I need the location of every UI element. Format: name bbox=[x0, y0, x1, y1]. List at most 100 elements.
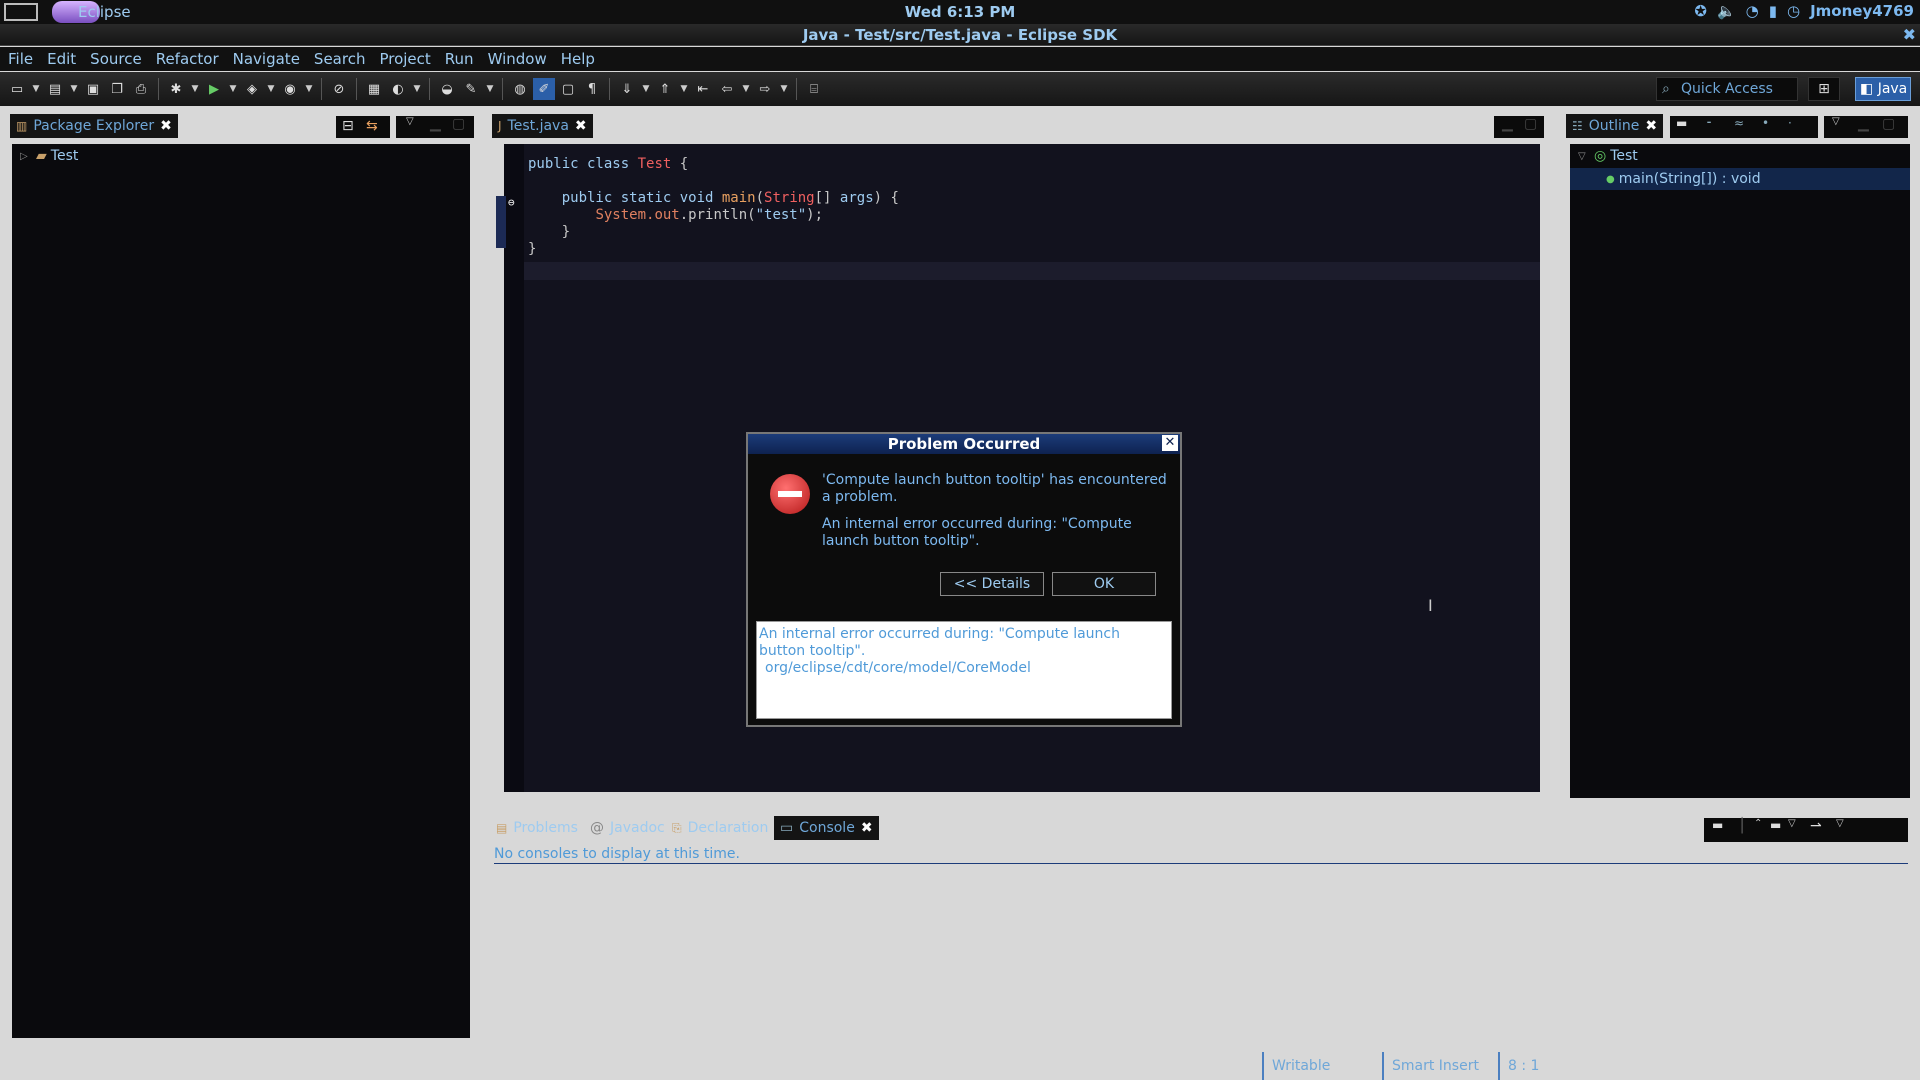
menu-run[interactable]: Run bbox=[445, 50, 474, 68]
ok-button[interactable]: OK bbox=[1052, 572, 1156, 596]
show-whitespace-icon[interactable]: ¶ bbox=[581, 78, 603, 100]
tree-item-project[interactable]: ▷ ▰ Test bbox=[20, 148, 78, 164]
maximize-icon[interactable]: ▢ bbox=[452, 116, 465, 132]
new-icon[interactable]: ▭ bbox=[6, 78, 28, 100]
close-icon[interactable]: ✖ bbox=[575, 118, 587, 134]
view-menu-icon[interactable]: ▽ bbox=[1832, 116, 1840, 127]
menu-navigate[interactable]: Navigate bbox=[233, 50, 300, 68]
outline-item-class[interactable]: ▽ ◎ Test bbox=[1578, 148, 1638, 164]
open-console-icon[interactable]: ⇀ bbox=[1810, 818, 1822, 834]
fold-collapse-icon[interactable]: ⊖ bbox=[508, 196, 515, 209]
run-dropdown-icon[interactable]: ▼ bbox=[227, 78, 239, 100]
open-console-dropdown-icon[interactable]: ▽ bbox=[1836, 818, 1844, 829]
menu-source[interactable]: Source bbox=[90, 50, 142, 68]
window-close-icon[interactable]: ✖ bbox=[1903, 24, 1916, 46]
last-edit-location-icon[interactable]: ⇤ bbox=[692, 78, 714, 100]
run-icon[interactable]: ▶ bbox=[203, 78, 225, 100]
back-icon[interactable]: ⇦ bbox=[716, 78, 738, 100]
collapse-all-icon[interactable]: ⊟ bbox=[342, 118, 354, 134]
java-perspective-button[interactable]: ◧ Java bbox=[1855, 77, 1911, 101]
open-type-icon[interactable]: ◒ bbox=[436, 78, 458, 100]
skip-breakpoints-icon[interactable]: ⊘ bbox=[328, 78, 350, 100]
back-dropdown-icon[interactable]: ▼ bbox=[740, 78, 752, 100]
external-tools-icon[interactable]: ◉ bbox=[279, 78, 301, 100]
link-with-editor-icon[interactable]: ⇆ bbox=[366, 118, 378, 134]
menu-edit[interactable]: Edit bbox=[47, 50, 76, 68]
new-folder-icon[interactable]: ▤ bbox=[44, 78, 66, 100]
save-all-icon[interactable]: ❐ bbox=[106, 78, 128, 100]
menu-refactor[interactable]: Refactor bbox=[156, 50, 219, 68]
outline-item-method[interactable]: ● main(String[]) : void bbox=[1570, 168, 1910, 190]
volume-icon[interactable]: 🔈 bbox=[1717, 2, 1736, 20]
collapse-arrow-icon[interactable]: ▽ bbox=[1578, 151, 1590, 162]
maximize-icon[interactable]: ▢ bbox=[1882, 116, 1895, 132]
view-menu-icon[interactable]: ▽ bbox=[406, 116, 414, 127]
prev-annotation-dropdown-icon[interactable]: ▼ bbox=[678, 78, 690, 100]
tab-javadoc[interactable]: @ Javadoc bbox=[584, 816, 671, 840]
details-button[interactable]: << Details bbox=[940, 572, 1044, 596]
pin-console-icon[interactable]: ⌃ bbox=[1754, 818, 1762, 829]
hide-fields-icon[interactable]: ▬ bbox=[1676, 116, 1687, 130]
close-icon[interactable]: ✖ bbox=[861, 820, 873, 836]
minimize-icon[interactable]: ▁ bbox=[1858, 116, 1869, 132]
forward-dropdown-icon[interactable]: ▼ bbox=[778, 78, 790, 100]
hide-static-icon[interactable]: ≈ bbox=[1734, 116, 1744, 130]
search-pencil-icon[interactable]: ✎ bbox=[460, 78, 482, 100]
new-folder-dropdown-icon[interactable]: ▼ bbox=[68, 78, 80, 100]
menu-project[interactable]: Project bbox=[379, 50, 430, 68]
close-icon[interactable]: ✖ bbox=[1645, 118, 1657, 134]
toggle-highlight-icon[interactable]: ✐ bbox=[533, 78, 555, 100]
console-clear-icon[interactable]: ▬ bbox=[1712, 818, 1723, 832]
pin-editor-icon[interactable]: ⌸ bbox=[803, 78, 825, 100]
next-annotation-dropdown-icon[interactable]: ▼ bbox=[640, 78, 652, 100]
toggle-mark-occurrences-icon[interactable]: ◍ bbox=[509, 78, 531, 100]
menu-file[interactable]: File bbox=[8, 50, 33, 68]
tab-test-java[interactable]: J Test.java ✖ bbox=[492, 114, 593, 138]
display-console-icon[interactable]: ▬ bbox=[1770, 818, 1781, 832]
search-dropdown-icon[interactable]: ▼ bbox=[484, 78, 496, 100]
new-class-icon[interactable]: ◐ bbox=[387, 78, 409, 100]
debug-dropdown-icon[interactable]: ▼ bbox=[189, 78, 201, 100]
tab-console[interactable]: ▭ Console ✖ bbox=[774, 816, 879, 840]
close-icon[interactable]: ✖ bbox=[160, 118, 172, 134]
system-clock[interactable]: Wed 6:13 PM bbox=[0, 3, 1920, 21]
hide-local-icon[interactable]: · bbox=[1788, 116, 1792, 130]
sort-icon[interactable]: ⁃ bbox=[1706, 116, 1712, 130]
minimize-icon[interactable]: ▁ bbox=[430, 116, 441, 132]
new-java-project-icon[interactable]: ▦ bbox=[363, 78, 385, 100]
external-tools-dropdown-icon[interactable]: ▼ bbox=[303, 78, 315, 100]
accessibility-icon[interactable]: ✪ bbox=[1694, 2, 1707, 20]
dialog-close-icon[interactable]: ✕ bbox=[1162, 435, 1178, 451]
open-perspective-button[interactable]: ⊞ bbox=[1808, 77, 1840, 101]
user-icon[interactable]: ◷ bbox=[1787, 2, 1800, 20]
new-class-dropdown-icon[interactable]: ▼ bbox=[411, 78, 423, 100]
forward-icon[interactable]: ⇨ bbox=[754, 78, 776, 100]
debug-icon[interactable]: ✱ bbox=[165, 78, 187, 100]
tab-outline[interactable]: ☷ Outline ✖ bbox=[1566, 114, 1664, 138]
tab-package-explorer[interactable]: ▥ Package Explorer ✖ bbox=[10, 114, 178, 138]
expand-icon[interactable]: ▷ bbox=[20, 151, 32, 162]
view-menu[interactable]: ▽ ▁ ▢ bbox=[396, 116, 474, 138]
print-icon[interactable]: ⎙ bbox=[130, 78, 152, 100]
new-dropdown-icon[interactable]: ▼ bbox=[30, 78, 42, 100]
quick-access-input[interactable]: ⌕ Quick Access bbox=[1656, 77, 1798, 101]
details-textarea[interactable]: An internal error occurred during: "Comp… bbox=[756, 621, 1172, 719]
minimize-icon[interactable]: ▁ bbox=[1502, 116, 1513, 132]
save-icon[interactable]: ▣ bbox=[82, 78, 104, 100]
coverage-icon[interactable]: ◈ bbox=[241, 78, 263, 100]
menu-search[interactable]: Search bbox=[314, 50, 366, 68]
tab-declaration[interactable]: ⎘ Declaration bbox=[666, 816, 774, 840]
menu-window[interactable]: Window bbox=[488, 50, 547, 68]
display-console-dropdown-icon[interactable]: ▽ bbox=[1788, 818, 1796, 829]
next-annotation-icon[interactable]: ⇓ bbox=[616, 78, 638, 100]
hide-nonpublic-icon[interactable]: • bbox=[1762, 116, 1769, 130]
scroll-lock-icon[interactable]: │ bbox=[1738, 818, 1746, 834]
status-insert-mode[interactable]: Smart Insert bbox=[1382, 1052, 1496, 1080]
maximize-icon[interactable]: ▢ bbox=[1524, 116, 1537, 132]
coverage-dropdown-icon[interactable]: ▼ bbox=[265, 78, 277, 100]
wifi-icon[interactable]: ◔ bbox=[1746, 2, 1759, 20]
tab-problems[interactable]: ▤ Problems bbox=[490, 816, 584, 840]
user-name[interactable]: Jmoney4769 bbox=[1810, 2, 1914, 20]
block-selection-icon[interactable]: ▢ bbox=[557, 78, 579, 100]
prev-annotation-icon[interactable]: ⇑ bbox=[654, 78, 676, 100]
